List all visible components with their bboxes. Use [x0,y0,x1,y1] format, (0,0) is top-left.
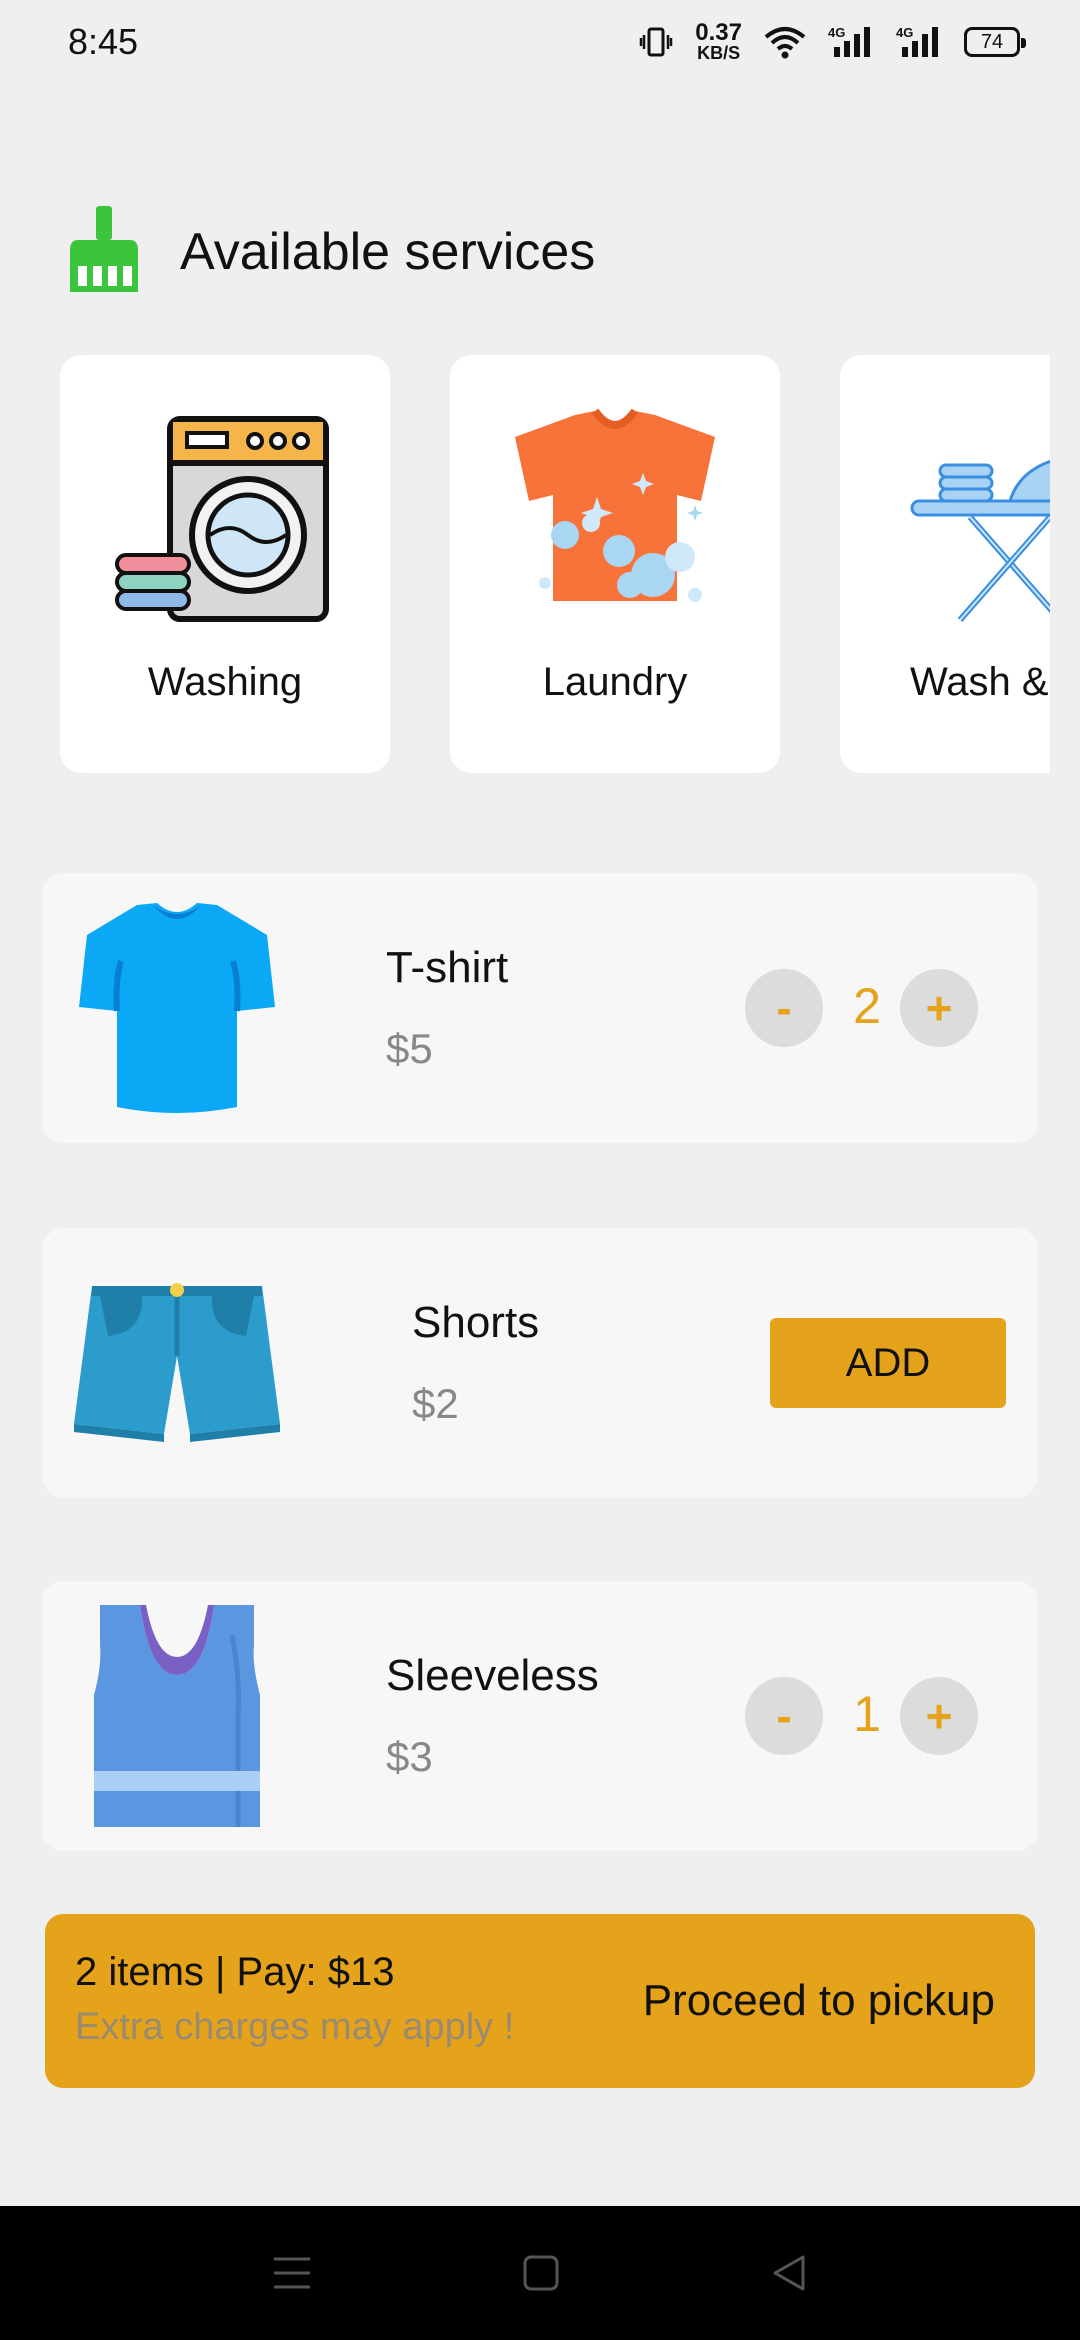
clean-shirt-icon [450,405,780,625]
tank-top-icon [72,1605,282,1827]
checkout-bar[interactable]: 2 items | Pay: $13 Extra charges may app… [45,1914,1035,2088]
checkout-note: Extra charges may apply ! [75,2006,515,2048]
signal-icon-2: 4G [896,25,942,59]
svg-text:4G: 4G [828,25,845,40]
status-bar: 8:45 0.37 KB/S 4G 4G 74 [0,0,1080,84]
service-label: Laundry [542,660,688,704]
washing-machine-icon [60,405,390,625]
proceed-to-pickup-button[interactable]: Proceed to pickup [643,1976,995,2026]
menu-icon[interactable] [272,2255,312,2291]
signal-icon: 4G [828,25,874,59]
service-card-laundry[interactable]: Laundry [450,355,780,773]
service-card-washing[interactable]: Washing [60,355,390,773]
system-nav-bar [0,2206,1080,2340]
network-speed: 0.37 KB/S [695,19,742,63]
increase-quantity-button[interactable]: + [900,1677,978,1755]
quantity-value: 1 [853,1686,881,1742]
status-icons: 0.37 KB/S 4G 4G 74 [639,19,1026,63]
item-price: $3 [386,1733,433,1780]
battery-icon: 74 [964,27,1026,57]
item-name: Shorts [412,1298,540,1347]
home-icon[interactable] [522,2254,560,2292]
decrease-quantity-button[interactable]: - [745,1677,823,1755]
decrease-quantity-button[interactable]: - [745,969,823,1047]
item-card-shorts: Shorts $2 ADD [42,1228,1038,1498]
item-name: Sleeveless [386,1651,599,1700]
broom-icon [68,206,140,297]
quantity-value: 2 [853,978,881,1034]
checkout-summary: 2 items | Pay: $13 [75,1950,395,1994]
services-header: Available services [68,206,595,297]
item-card-tshirt: T-shirt $5 - 2 + [42,873,1038,1143]
service-label: Wash & [910,660,1049,704]
wifi-icon [764,25,806,59]
status-time: 8:45 [68,21,139,62]
shorts-icon [72,1252,282,1474]
service-label: Washing [147,660,303,704]
service-card-wash-iron[interactable]: Wash & [840,355,1050,773]
tshirt-icon [72,897,282,1119]
vibrate-icon [639,25,673,59]
ironing-board-icon [840,405,1050,625]
item-price: $2 [412,1380,459,1427]
page-title: Available services [180,222,596,281]
item-price: $5 [386,1025,433,1072]
item-name: T-shirt [386,943,509,992]
increase-quantity-button[interactable]: + [900,969,978,1047]
services-carousel[interactable]: Washing Laundry Wash & [60,355,1050,773]
add-button[interactable]: ADD [770,1318,1006,1408]
svg-text:4G: 4G [896,25,913,40]
back-icon[interactable] [770,2254,808,2292]
item-card-sleeveless: Sleeveless $3 - 1 + [42,1581,1038,1851]
